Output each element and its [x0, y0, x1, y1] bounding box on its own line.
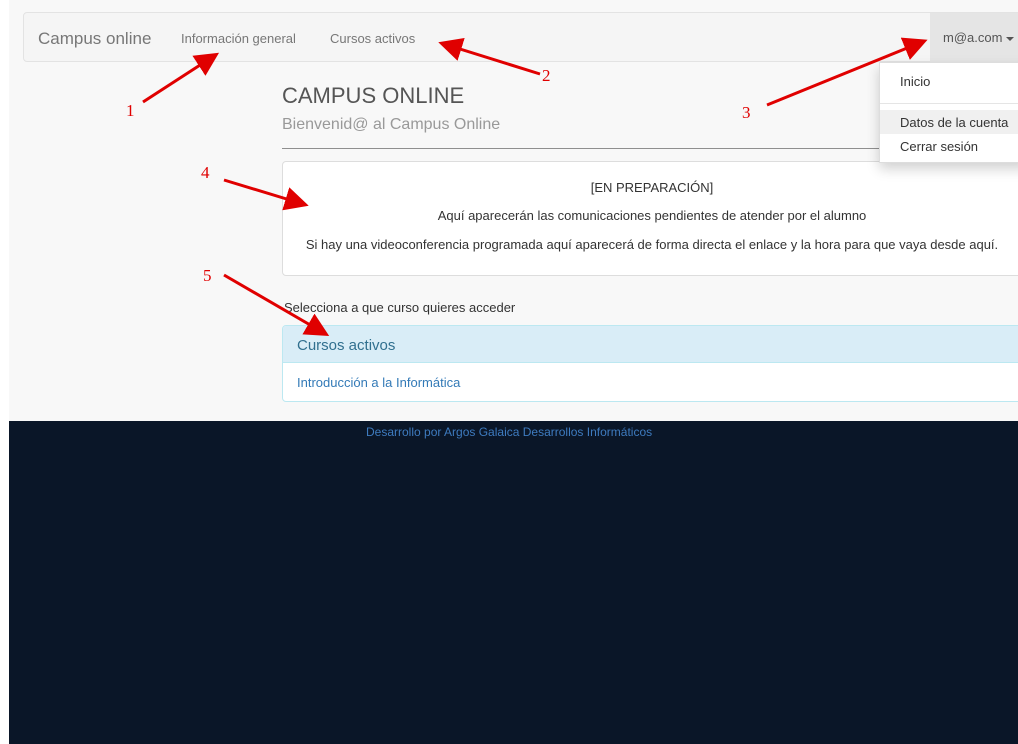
page: Campus online Información general Cursos…	[9, 0, 1018, 744]
menu-divider	[880, 103, 1018, 104]
nav-informacion-general[interactable]: Información general	[181, 31, 296, 46]
courses-panel-heading: Cursos activos	[283, 326, 1018, 363]
user-dropdown-menu: Inicio Datos de la cuenta Cerrar sesión	[879, 62, 1018, 163]
courses-heading-label: Cursos activos	[297, 337, 396, 354]
annotation-label-1: 1	[126, 101, 135, 120]
info-panel: [EN PREPARACIÓN] Aquí aparecerán las com…	[282, 161, 1018, 276]
page-title: CAMPUS ONLINE	[282, 83, 465, 108]
menu-item-cerrar-sesion[interactable]: Cerrar sesión	[900, 139, 978, 154]
annotation-label-5: 5	[203, 266, 212, 285]
info-videoconference: Si hay una videoconferencia programada a…	[305, 237, 999, 252]
annotation-label-4: 4	[201, 163, 210, 182]
navbar: Campus online Información general Cursos…	[23, 12, 1018, 62]
info-status: [EN PREPARACIÓN]	[590, 180, 714, 195]
user-email: m@a.com	[943, 30, 1003, 45]
annotation-label-3: 3	[742, 103, 751, 122]
menu-item-datos-cuenta[interactable]: Datos de la cuenta	[900, 115, 1008, 130]
info-communications: Aquí aparecerán las comunicaciones pendi…	[437, 208, 867, 223]
course-link[interactable]: Introducción a la Informática	[297, 375, 460, 390]
nav-cursos-activos[interactable]: Cursos activos	[330, 31, 415, 46]
page-subtitle: Bienvenid@ al Campus Online	[282, 116, 501, 133]
courses-panel: Cursos activos Introducción a la Informá…	[282, 325, 1018, 402]
brand-link[interactable]: Campus online	[38, 29, 151, 49]
annotation-label-2: 2	[542, 66, 551, 85]
menu-item-inicio[interactable]: Inicio	[900, 74, 930, 89]
caret-down-icon	[1006, 36, 1015, 41]
course-instruction: Selecciona a que curso quieres acceder	[284, 300, 516, 315]
footer: Desarrollo por Argos Galaica Desarrollos…	[9, 421, 1018, 744]
user-menu-toggle[interactable]: m@a.com	[930, 13, 1018, 62]
footer-credit: Desarrollo por Argos Galaica Desarrollos…	[366, 425, 653, 439]
